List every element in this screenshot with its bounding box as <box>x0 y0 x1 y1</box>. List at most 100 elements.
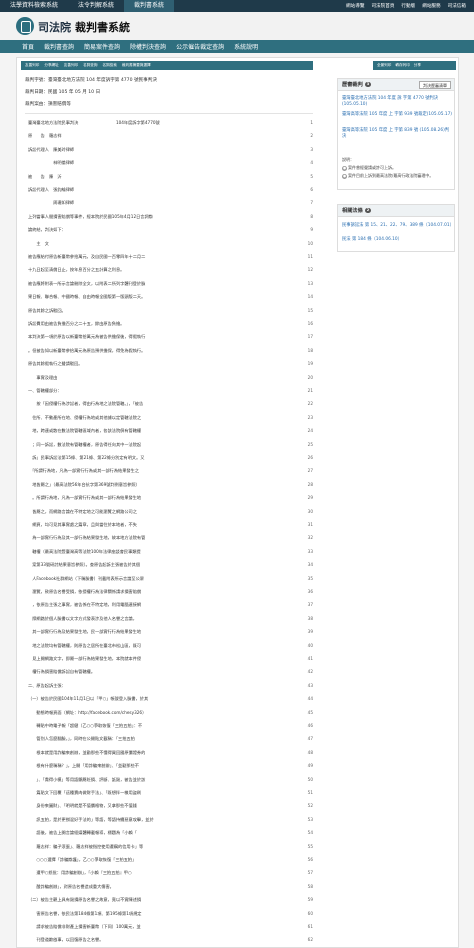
line-number: 14 <box>307 294 313 300</box>
judgment-line-text: 權行為損害賠償訴訟自有管轄權。 <box>28 669 96 675</box>
line-number: 62 <box>307 937 313 943</box>
nav-simple-case[interactable]: 簡易案件查詢 <box>84 42 120 51</box>
related-law-item[interactable]: 民事訴訟法 第 15、21、22、79、389 條（104.07.01） <box>342 223 454 229</box>
line-number: 44 <box>307 696 313 702</box>
judgment-line: 地之法院均有管轄權，則原告之居所在臺北市松山區，既可 40 <box>28 641 313 651</box>
judgment-line: 上列當事人間損害賠償等事件，經本院於民國105年4月12日言詞辯 8 <box>28 212 313 222</box>
line-number: 22 <box>307 401 313 407</box>
judicial-yuan-logo[interactable] <box>16 17 34 35</box>
term-search-button[interactable]: 名詞檢索 <box>103 63 117 68</box>
line-number: 59 <box>307 897 313 903</box>
summary-button[interactable]: 裁判書摘要與選擇 <box>122 63 151 68</box>
line-number: 37 <box>307 602 313 608</box>
judgment-line: 語後，被告上開言論經媒體轉載報導，標題為「小賴「 54 <box>28 828 313 838</box>
link-mailbox[interactable]: 司法信箱 <box>448 3 466 9</box>
nav-public-notice[interactable]: 公示催告裁定查詢 <box>176 42 224 51</box>
history-panel: 歷審裁判 3 判決歷審清單 臺灣臺北地方法院 104 年度 訴 字第 4770 號… <box>337 78 455 190</box>
related-laws-header: 相關法條 2 <box>338 205 454 217</box>
share-url-button[interactable]: 分享網址 <box>44 63 58 68</box>
share-button[interactable]: 分享 <box>414 63 421 68</box>
history-note: ● 案件曾經聲請或許可上訴。 <box>342 165 396 171</box>
judgment-line: 被告應將附表一所示言論刪除全文，以附表二所列字體刊登於臉 13 <box>28 279 313 289</box>
judgment-line-text: 皆屬之，而網路言論在不特定地之可能瀏覽之網路公司之 <box>28 508 137 514</box>
line-number: 21 <box>307 388 313 393</box>
line-number: 4 <box>310 160 313 166</box>
history-item[interactable]: 臺灣高等法院 105 年度 上 字第 939 號裁定(105.05.17) <box>342 112 452 118</box>
judgment-line-text: 十九日起至清償日止，按年息百分之五計算之利息。 <box>28 267 125 273</box>
tab-regulations[interactable]: 法令判解系統 <box>68 0 124 12</box>
judgment-line-text: 根有什麼稱稱？」，上開「用詐騙來創辦」、「並勸那些不 <box>28 763 139 769</box>
line-number: 43 <box>307 682 313 688</box>
judgment-line-text: 人Facebook社群網站（下稱臉書）刊載附表所示言論至公眾 <box>28 575 144 581</box>
judgment-line-text: 網頁，均可見其事實處之篇章，且與當住於本地者，不失 <box>28 522 137 527</box>
line-number: 32 <box>307 535 313 541</box>
line-number: 46 <box>307 723 313 728</box>
friendly-print-button[interactable]: 友善列印 <box>64 63 78 68</box>
judgment-line: 見上開網路文字，即屬一部行為結果發生地，本院就本件侵 41 <box>28 654 313 664</box>
judgment-line: 事實及理由 20 <box>28 373 313 383</box>
judgment-line-text: 原告其餘假執行之聲請駁回。 <box>28 361 83 367</box>
judgment-line: 訊五拍，是於更撈混好手法的」等語，等語持續惡意攻擊，並於 53 <box>28 815 313 825</box>
line-number: 10 <box>307 240 313 246</box>
judgment-line: 轄權（最高法院暨臺灣高等法院100年法律座談會民事類提 33 <box>28 547 313 557</box>
nav-exclusion[interactable]: 除權判決查詢 <box>130 42 166 51</box>
judgment-line-text: 請求被告賠償非財產上損害新臺幣（下同）100萬元，並 <box>28 924 141 929</box>
history-list-button[interactable]: 判決歷審清單 <box>419 81 451 89</box>
judgment-line: 林明倫律師 4 <box>28 158 313 168</box>
judgment-line: 地皆屬之」（最高法院56年台抗字第369號判例意旨參照） 28 <box>28 480 313 490</box>
judgment-line: 為一部實行行為及其一部行為結果發生地，故本地方法院有管 32 <box>28 533 313 543</box>
link-sitemap[interactable]: 網站導覽 <box>346 3 364 9</box>
line-number: 7 <box>310 200 313 206</box>
judgment-line-text: 地，跨連或散在數法院管轄區域內者，各該法院俱有管轄權 <box>28 428 142 434</box>
judgment-line: （二）被告主觀上具有毀損原告名譽之故意，竟以不實陳述損 59 <box>28 895 313 905</box>
nav-judgment-search[interactable]: 裁判書查詢 <box>44 42 74 51</box>
line-number: 5 <box>310 173 313 179</box>
judgment-line: 轉貼中時電子報「超健（乙○○爭取恢復「三拍五拍」：不 46 <box>28 721 313 731</box>
line-number: 54 <box>307 830 313 836</box>
tab-judgments[interactable]: 裁判書系統 <box>124 0 175 12</box>
judgment-line: 訴訟代理人 張鈞綸律師 6 <box>28 185 313 195</box>
judgment-line: 。所謂行為地，凡為一部實行行為或其一部行為結果發生地 29 <box>28 493 313 503</box>
history-item[interactable]: 臺灣臺北地方法院 104 年度 訴 字第 4770 號判決(105.05.10) <box>342 96 452 107</box>
judgment-line-text: 遭甲○怒批：用詐騙創辦」，「小賴『三拍五拍』甲○ <box>28 870 132 876</box>
history-note: ● 案件目前上訴到最高法院/最高行政法院審理中。 <box>342 173 434 179</box>
term-lookup-button[interactable]: 名詞查詢 <box>83 63 97 68</box>
case-cause: 裁判案由：損害賠償等 <box>25 102 71 107</box>
judgment-line: 訴訟代理人 陳美玲律師 3 <box>28 145 313 155</box>
link-mobile[interactable]: 行動版 <box>401 3 415 9</box>
system-name: 裁判書系統 <box>75 21 130 34</box>
judgment-line-text: 論終結，判決如下： <box>28 227 66 233</box>
line-number: 30 <box>307 508 313 514</box>
line-number: 31 <box>307 522 313 527</box>
nav-help[interactable]: 系統說明 <box>234 42 258 51</box>
save-print-button[interactable]: 轉存列印 <box>395 63 409 68</box>
judgment-line-text: 事實及理由 <box>28 374 58 380</box>
judgment-line-text: （二）被告主觀上具有毀損原告名譽之故意，竟以不實陳述損 <box>28 897 142 903</box>
link-services[interactable]: 網站服務 <box>422 3 440 9</box>
judgment-line: 臺灣臺北地方法院民事判決 104年度訴字第4770號 1 <box>28 118 313 128</box>
judgment-line: 人Facebook社群網站（下稱臉書）刊載附表所示言論至公眾 35 <box>28 574 313 584</box>
print-button[interactable]: 友善列印 <box>25 63 39 68</box>
judgment-line: 篇貼文下回覆「這種賣肉做財手法」、「既想拌一樣用盜刷 51 <box>28 788 313 798</box>
judgment-line: 羅志祥：騙子滾蛋」、羅志祥被指控使用遭竊的信用卡」等 55 <box>28 842 313 852</box>
judgment-line: 十九日起至清償日止，按年息百分之五計算之利息。 12 <box>28 265 313 275</box>
judgment-line-text: 身份來圖財」、「明明就是不值價格物，又拿那些不值錢 <box>28 803 137 809</box>
tab-law-search[interactable]: 法學資料檢索系統 <box>0 0 68 12</box>
judgment-line-text: 酸詐騙創辦」，對原告名譽造成重大傷害。 <box>28 883 114 889</box>
judgment-line-text: ○○○選擇「詐騙辯護」，乙○○爭取恢復「三拍五拍」 <box>28 857 137 862</box>
judgment-line-text: 案第33號研討結果意旨參照）。查原告起訴主張被告於其個 <box>28 562 141 568</box>
judgment-line: 。但被告如以新臺幣參拾萬元為原告預供擔保，得免為假執行。 18 <box>28 346 313 356</box>
line-number: 52 <box>307 803 313 809</box>
line-number: 13 <box>307 280 313 286</box>
line-number: 15 <box>307 307 313 313</box>
full-print-button[interactable]: 全景列印 <box>377 63 391 68</box>
history-item[interactable]: 臺灣高等法院 105 年度 上 字第 839 號 (105.08.26)判決 <box>342 128 452 139</box>
line-number: 55 <box>307 843 313 849</box>
judgment-line: 果日報、聯合報、中國時報、自由時報全國版第一版頭版二天。 14 <box>28 292 313 302</box>
nav-home[interactable]: 首頁 <box>22 42 34 51</box>
judgment-line-text: 管別人怎麼翻臉，」，同時在公開貼文載稱：「三拍五拍 <box>28 736 135 742</box>
link-judicial-home[interactable]: 司法院首頁 <box>371 3 394 9</box>
judgment-line: 「所謂行為地，凡為一部實行行為或其一部行為結果發生之 27 <box>28 466 313 476</box>
related-law-item[interactable]: 民法 第 184 條（104.06.10） <box>342 237 452 243</box>
judgment-line: 」、「貴得小模」等用語顯屬貶損、評斷、詆毀，被告並於該 50 <box>28 775 313 785</box>
